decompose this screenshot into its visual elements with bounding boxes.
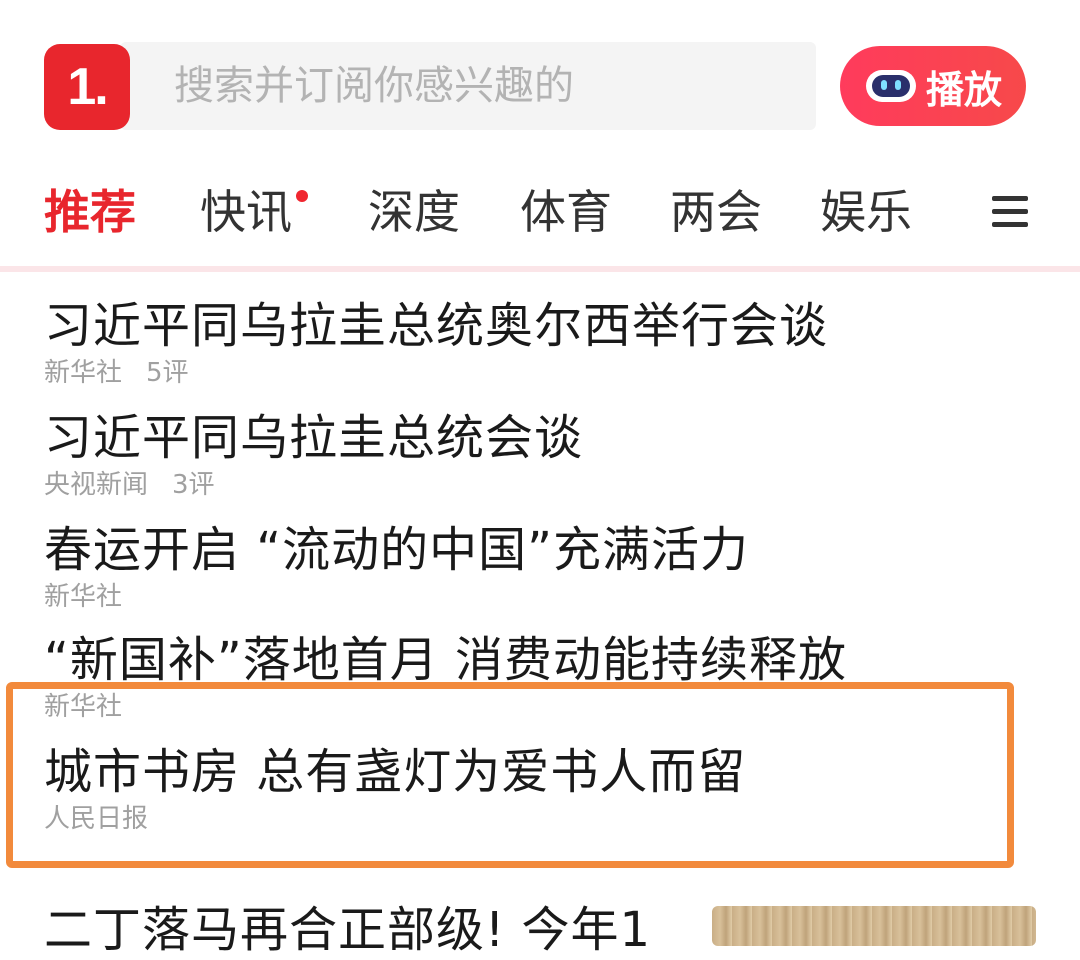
play-label: 播放 (925, 67, 1002, 112)
news-item[interactable]: 二丁落马再合正部级! 今年1 (44, 900, 704, 960)
news-title: 二丁落马再合正部级! 今年1 (44, 902, 652, 958)
news-title: 春运开启 “流动的中国”充满活力 (44, 522, 749, 578)
news-source: 新华社 (44, 582, 123, 612)
tab-two-sessions[interactable]: 两会 (670, 184, 762, 240)
news-source: 人民日报 (44, 804, 149, 834)
tab-entertainment[interactable]: 娱乐 (820, 184, 912, 240)
news-title: “新国补”落地首月 消费动能持续释放 (44, 632, 847, 688)
notification-dot (296, 190, 308, 202)
news-meta: 新华社 (44, 580, 1044, 614)
news-source: 央视新闻 (44, 470, 149, 500)
news-comments: 3评 (172, 470, 215, 500)
tab-recommend[interactable]: 推荐 (44, 184, 136, 240)
tab-flash[interactable]: 快讯 (200, 184, 292, 240)
news-item[interactable]: 习近平同乌拉圭总统奥尔西举行会谈 新华社 5评 (44, 296, 1044, 390)
news-comments: 5评 (146, 358, 189, 388)
news-item-highlighted[interactable]: 城市书房 总有盏灯为爱书人而留 人民日报 (44, 742, 1044, 836)
news-item[interactable]: 春运开启 “流动的中国”充满活力 新华社 (44, 520, 1044, 614)
app-logo[interactable]: 1. (44, 44, 130, 130)
news-title: 城市书房 总有盏灯为爱书人而留 (44, 744, 747, 800)
news-source: 新华社 (44, 358, 123, 388)
news-title: 习近平同乌拉圭总统会谈 (44, 410, 584, 466)
news-meta: 人民日报 (44, 802, 1044, 836)
search-placeholder: 搜索并订阅你感兴趣的 (174, 63, 574, 109)
tab-depth[interactable]: 深度 (368, 184, 460, 240)
menu-icon[interactable] (992, 196, 1028, 228)
news-meta: 央视新闻 3评 (44, 468, 1044, 502)
tab-sports[interactable]: 体育 (520, 184, 612, 240)
search-input[interactable]: 搜索并订阅你感兴趣的 (120, 42, 816, 130)
robot-icon (865, 70, 916, 102)
news-title: 习近平同乌拉圭总统奥尔西举行会谈 (44, 298, 829, 354)
news-item[interactable]: 习近平同乌拉圭总统会谈 央视新闻 3评 (44, 408, 1044, 502)
tab-divider (0, 266, 1080, 272)
news-meta: 新华社 5评 (44, 356, 1044, 390)
news-thumbnail[interactable] (712, 906, 1036, 946)
play-button[interactable]: 播放 (840, 46, 1026, 126)
